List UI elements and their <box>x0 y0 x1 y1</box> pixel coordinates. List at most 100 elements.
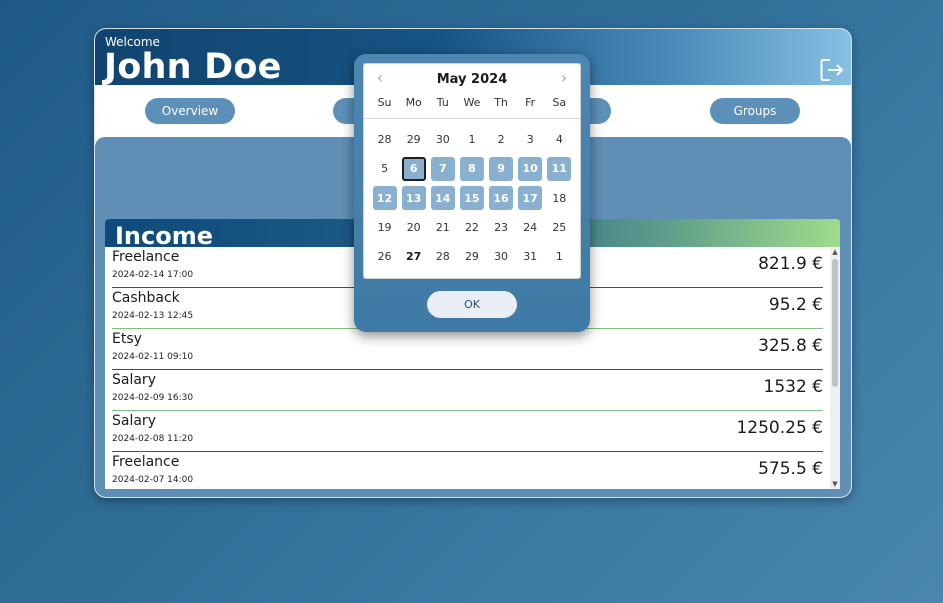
calendar-day-number: 30 <box>435 133 450 147</box>
calendar-day-number: 18 <box>552 191 567 205</box>
calendar-day-number: 20 <box>406 221 421 235</box>
calendar-day[interactable]: 14 <box>428 184 457 213</box>
calendar-day[interactable]: 27 <box>399 242 428 271</box>
scroll-up-icon[interactable]: ▲ <box>830 247 840 257</box>
income-row[interactable]: Freelance 2024-02-07 14:00 575.5 € <box>112 452 823 489</box>
calendar-day-number: 5 <box>381 162 389 176</box>
calendar-day-number: 17 <box>518 186 543 211</box>
calendar-day-number: 2 <box>497 133 505 147</box>
calendar-week: 28 29 30 1 2 3 4 <box>370 125 574 154</box>
income-title: Income <box>115 222 214 250</box>
calendar-week: 19 20 21 22 23 24 25 <box>370 213 574 242</box>
calendar-header: ‹ May 2024 › <box>364 64 580 92</box>
calendar-day[interactable]: 3 <box>516 125 545 154</box>
scroll-down-icon[interactable]: ▼ <box>830 479 840 489</box>
income-name: Etsy <box>112 331 142 347</box>
calendar-day[interactable]: 29 <box>399 125 428 154</box>
income-date: 2024-02-08 11:20 <box>112 434 194 444</box>
calendar: ‹ May 2024 › Su Mo Tu We Th Fr Sa 28 29 … <box>363 63 581 279</box>
username: John Doe <box>104 47 282 87</box>
calendar-day[interactable]: 16 <box>487 184 516 213</box>
income-amount: 575.5 € <box>758 459 823 479</box>
calendar-day[interactable]: 21 <box>428 213 457 242</box>
calendar-day-number: 1 <box>468 133 476 147</box>
list-scrollbar[interactable]: ▲ ▼ <box>830 247 840 489</box>
calendar-day[interactable]: 18 <box>545 184 574 213</box>
weekday-label: Mo <box>405 96 422 109</box>
calendar-day[interactable]: 28 <box>428 242 457 271</box>
calendar-day[interactable]: 15 <box>457 184 486 213</box>
calendar-day[interactable]: 5 <box>370 154 399 183</box>
calendar-day[interactable]: 28 <box>370 125 399 154</box>
calendar-day[interactable]: 30 <box>428 125 457 154</box>
calendar-divider <box>364 118 580 119</box>
calendar-day-number: 31 <box>523 250 538 264</box>
calendar-day[interactable]: 11 <box>545 154 574 183</box>
income-row[interactable]: Salary 2024-02-09 16:30 1532 € <box>112 370 823 411</box>
income-name: Freelance <box>112 454 180 470</box>
income-date: 2024-02-13 12:45 <box>112 311 194 321</box>
scroll-thumb[interactable] <box>832 259 838 387</box>
income-name: Cashback <box>112 290 180 306</box>
calendar-day[interactable]: 1 <box>545 242 574 271</box>
calendar-day-number: 1 <box>555 250 563 264</box>
date-picker-popup: ‹ May 2024 › Su Mo Tu We Th Fr Sa 28 29 … <box>354 54 590 332</box>
calendar-day[interactable]: 6 <box>399 154 428 183</box>
calendar-day[interactable]: 30 <box>487 242 516 271</box>
calendar-day-number: 19 <box>377 221 392 235</box>
calendar-day[interactable]: 23 <box>487 213 516 242</box>
income-amount: 1250.25 € <box>736 418 823 438</box>
calendar-day[interactable]: 1 <box>457 125 486 154</box>
calendar-day-number: 7 <box>430 156 455 181</box>
calendar-day[interactable]: 31 <box>516 242 545 271</box>
calendar-days: 28 29 30 1 2 3 4 5 6 7 8 9 10 11 12 13 1… <box>370 125 574 271</box>
calendar-day-number: 6 <box>401 156 426 181</box>
income-row[interactable]: Etsy 2024-02-11 09:10 325.8 € <box>112 329 823 370</box>
income-name: Salary <box>112 413 156 429</box>
income-amount: 821.9 € <box>758 254 823 274</box>
calendar-day[interactable]: 9 <box>487 154 516 183</box>
chevron-right-icon[interactable]: › <box>554 68 574 88</box>
weekday-label: Su <box>377 96 392 109</box>
calendar-day-number: 14 <box>430 186 455 211</box>
calendar-day[interactable]: 8 <box>457 154 486 183</box>
calendar-day[interactable]: 25 <box>545 213 574 242</box>
logout-icon[interactable] <box>819 57 845 83</box>
nav-overview-button[interactable]: Overview <box>145 98 235 124</box>
calendar-day[interactable]: 19 <box>370 213 399 242</box>
ok-button[interactable]: OK <box>427 291 517 318</box>
nav-groups-button[interactable]: Groups <box>710 98 800 124</box>
income-name: Salary <box>112 372 156 388</box>
calendar-day[interactable]: 17 <box>516 184 545 213</box>
calendar-day-number: 8 <box>459 156 484 181</box>
weekday-label: Fr <box>525 96 536 109</box>
income-amount: 95.2 € <box>768 295 823 315</box>
calendar-month-label[interactable]: May 2024 <box>364 72 580 87</box>
calendar-day[interactable]: 22 <box>457 213 486 242</box>
weekday-label: Th <box>494 96 508 109</box>
income-amount: 1532 € <box>763 377 823 397</box>
calendar-day[interactable]: 2 <box>487 125 516 154</box>
calendar-day-number: 11 <box>547 156 572 181</box>
income-row[interactable]: Salary 2024-02-08 11:20 1250.25 € <box>112 411 823 452</box>
calendar-day[interactable]: 24 <box>516 213 545 242</box>
calendar-day[interactable]: 26 <box>370 242 399 271</box>
calendar-week: 12 13 14 15 16 17 18 <box>370 184 574 213</box>
calendar-day-number: 12 <box>372 186 397 211</box>
calendar-day-number: 28 <box>435 250 450 264</box>
calendar-day[interactable]: 7 <box>428 154 457 183</box>
calendar-day-number: 4 <box>555 133 563 147</box>
calendar-day[interactable]: 20 <box>399 213 428 242</box>
calendar-day-number: 15 <box>459 186 484 211</box>
income-date: 2024-02-14 17:00 <box>112 270 194 280</box>
calendar-day[interactable]: 10 <box>516 154 545 183</box>
income-date: 2024-02-07 14:00 <box>112 475 194 485</box>
calendar-day-number: 3 <box>526 133 534 147</box>
calendar-day[interactable]: 12 <box>370 184 399 213</box>
weekday-label: Tu <box>436 96 449 109</box>
calendar-day-number: 13 <box>401 186 426 211</box>
calendar-day[interactable]: 13 <box>399 184 428 213</box>
calendar-day[interactable]: 4 <box>545 125 574 154</box>
calendar-day[interactable]: 29 <box>457 242 486 271</box>
calendar-day-number: 29 <box>464 250 479 264</box>
